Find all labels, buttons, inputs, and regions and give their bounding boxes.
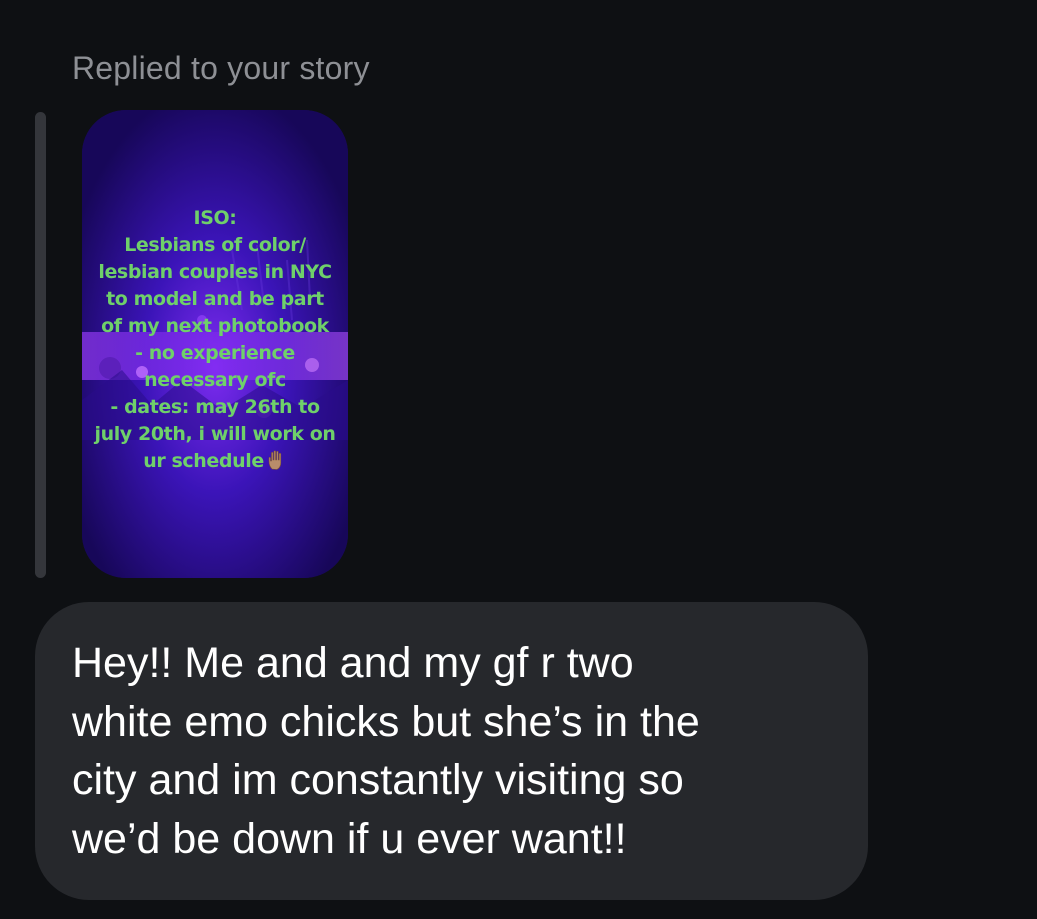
story-line-last: ur schedule [82, 448, 348, 475]
story-text: ISO: Lesbians of color/ lesbian couples … [82, 205, 348, 475]
message-line: city and im constantly visiting so [72, 756, 684, 804]
replied-to-story-label: Replied to your story [72, 50, 370, 86]
story-thumbnail[interactable]: ISO: Lesbians of color/ lesbian couples … [82, 110, 348, 578]
story-line: lesbian couples in NYC [98, 261, 332, 283]
message-line: Hey!! Me and and my gf r two [72, 639, 634, 687]
reply-indicator-bar [35, 112, 46, 578]
story-line: of my next photobook [101, 315, 329, 337]
story-line: ur schedule [143, 450, 264, 472]
dm-thread: Replied to your story ISO: Lesbians of c… [0, 0, 1037, 919]
story-line: july 20th, i will work on [94, 423, 336, 445]
message-bubble[interactable]: Hey!! Me and and my gf r two white emo c… [35, 602, 868, 900]
story-line: - dates: may 26th to [110, 396, 320, 418]
raised-hand-icon [268, 450, 281, 470]
story-line: necessary ofc [144, 369, 286, 391]
message-text: Hey!! Me and and my gf r two white emo c… [72, 634, 862, 868]
story-line: Lesbians of color/ [124, 234, 306, 256]
story-line: to model and be part [106, 288, 324, 310]
story-line: - no experience [135, 342, 295, 364]
story-line: ISO: [193, 207, 237, 229]
message-line: we’d be down if u ever want!! [72, 814, 627, 863]
message-line: white emo chicks but she’s in the [72, 697, 700, 746]
